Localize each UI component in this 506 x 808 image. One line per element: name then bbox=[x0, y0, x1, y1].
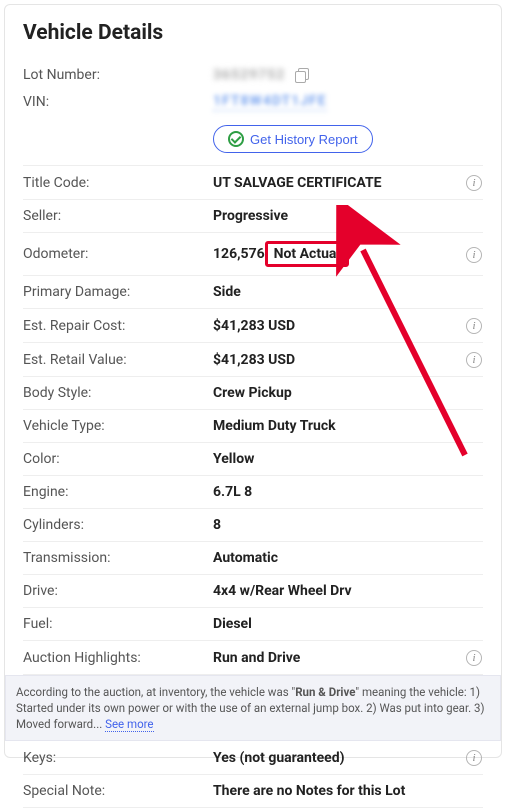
value-retail-value: $41,283 USD bbox=[213, 352, 465, 368]
value-seller: Progressive bbox=[213, 208, 483, 224]
value-color: Yellow bbox=[213, 451, 483, 467]
info-icon[interactable]: i bbox=[465, 351, 483, 368]
row-primary-damage: Primary Damage: Side bbox=[23, 276, 483, 309]
vehicle-details-card: Vehicle Details Lot Number: 36529752 VIN… bbox=[4, 4, 502, 758]
value-keys: Yes (not guaranteed) bbox=[213, 750, 465, 766]
row-seller: Seller: Progressive bbox=[23, 200, 483, 233]
info-icon[interactable]: i bbox=[465, 749, 483, 766]
note-bold: Run & Drive bbox=[295, 685, 355, 699]
label-special-note: Special Note: bbox=[23, 783, 213, 799]
value-odometer: 126,576 Not Actual bbox=[213, 241, 465, 267]
get-history-report-button[interactable]: Get History Report bbox=[213, 125, 373, 153]
row-highlights: Auction Highlights: Run and Drive i bbox=[23, 641, 483, 675]
label-seller: Seller: bbox=[23, 208, 213, 224]
note-prefix: According to the auction, at inventory, … bbox=[16, 685, 295, 699]
row-special-note: Special Note: There are no Notes for thi… bbox=[23, 775, 483, 808]
row-vin: VIN: 1FT8W4DT1JFE bbox=[23, 91, 483, 119]
lot-number-text: 36529752 bbox=[213, 67, 285, 83]
page-title: Vehicle Details bbox=[23, 21, 483, 45]
label-odometer: Odometer: bbox=[23, 246, 213, 262]
row-keys: Keys: Yes (not guaranteed) i bbox=[23, 741, 483, 775]
value-highlights: Run and Drive bbox=[213, 650, 465, 666]
row-engine: Engine: 6.7L 8 bbox=[23, 476, 483, 509]
label-repair-cost: Est. Repair Cost: bbox=[23, 318, 213, 334]
info-icon[interactable]: i bbox=[465, 246, 483, 263]
copy-icon[interactable] bbox=[295, 68, 309, 82]
row-history: Get History Report bbox=[23, 119, 483, 166]
value-lot-number: 36529752 bbox=[213, 67, 483, 83]
odometer-red-highlight: Not Actual bbox=[265, 241, 349, 267]
value-cylinders: 8 bbox=[213, 517, 483, 533]
row-repair-cost: Est. Repair Cost: $41,283 USD i bbox=[23, 309, 483, 343]
label-title-code: Title Code: bbox=[23, 175, 213, 191]
label-cylinders: Cylinders: bbox=[23, 517, 213, 533]
value-drive: 4x4 w/Rear Wheel Drv bbox=[213, 583, 483, 599]
value-vehicle-type: Medium Duty Truck bbox=[213, 418, 483, 434]
row-color: Color: Yellow bbox=[23, 443, 483, 476]
label-transmission: Transmission: bbox=[23, 550, 213, 566]
value-fuel: Diesel bbox=[213, 616, 483, 632]
value-vin: 1FT8W4DT1JFE bbox=[213, 93, 483, 111]
row-odometer: Odometer: 126,576 Not Actual i bbox=[23, 233, 483, 276]
row-body-style: Body Style: Crew Pickup bbox=[23, 377, 483, 410]
label-keys: Keys: bbox=[23, 750, 213, 766]
label-drive: Drive: bbox=[23, 583, 213, 599]
row-cylinders: Cylinders: 8 bbox=[23, 509, 483, 542]
row-title-code: Title Code: UT SALVAGE CERTIFICATE i bbox=[23, 166, 483, 200]
label-fuel: Fuel: bbox=[23, 616, 213, 632]
label-lot-number: Lot Number: bbox=[23, 67, 213, 83]
label-engine: Engine: bbox=[23, 484, 213, 500]
row-transmission: Transmission: Automatic bbox=[23, 542, 483, 575]
value-title-code: UT SALVAGE CERTIFICATE bbox=[213, 175, 465, 191]
value-transmission: Automatic bbox=[213, 550, 483, 566]
info-icon[interactable]: i bbox=[465, 317, 483, 334]
row-fuel: Fuel: Diesel bbox=[23, 608, 483, 641]
odometer-number: 126,576 bbox=[213, 246, 265, 262]
row-vehicle-type: Vehicle Type: Medium Duty Truck bbox=[23, 410, 483, 443]
value-body-style: Crew Pickup bbox=[213, 385, 483, 401]
info-icon[interactable]: i bbox=[465, 649, 483, 666]
label-vin: VIN: bbox=[23, 94, 213, 110]
value-repair-cost: $41,283 USD bbox=[213, 318, 465, 334]
label-body-style: Body Style: bbox=[23, 385, 213, 401]
row-lot-number: Lot Number: 36529752 bbox=[23, 59, 483, 91]
info-icon[interactable]: i bbox=[465, 174, 483, 191]
history-button-label: Get History Report bbox=[250, 132, 358, 147]
value-engine: 6.7L 8 bbox=[213, 484, 483, 500]
label-retail-value: Est. Retail Value: bbox=[23, 352, 213, 368]
checkmark-icon bbox=[228, 131, 244, 147]
vin-text: 1FT8W4DT1JFE bbox=[213, 93, 327, 111]
label-vehicle-type: Vehicle Type: bbox=[23, 418, 213, 434]
row-retail-value: Est. Retail Value: $41,283 USD i bbox=[23, 343, 483, 377]
value-special-note: There are no Notes for this Lot bbox=[213, 783, 483, 799]
see-more-link[interactable]: See more bbox=[105, 717, 153, 732]
odometer-status: Not Actual bbox=[274, 246, 340, 262]
label-highlights: Auction Highlights: bbox=[23, 650, 213, 666]
value-primary-damage: Side bbox=[213, 284, 483, 300]
label-color: Color: bbox=[23, 451, 213, 467]
row-drive: Drive: 4x4 w/Rear Wheel Drv bbox=[23, 575, 483, 608]
auction-note: According to the auction, at inventory, … bbox=[5, 675, 501, 741]
label-primary-damage: Primary Damage: bbox=[23, 284, 213, 300]
